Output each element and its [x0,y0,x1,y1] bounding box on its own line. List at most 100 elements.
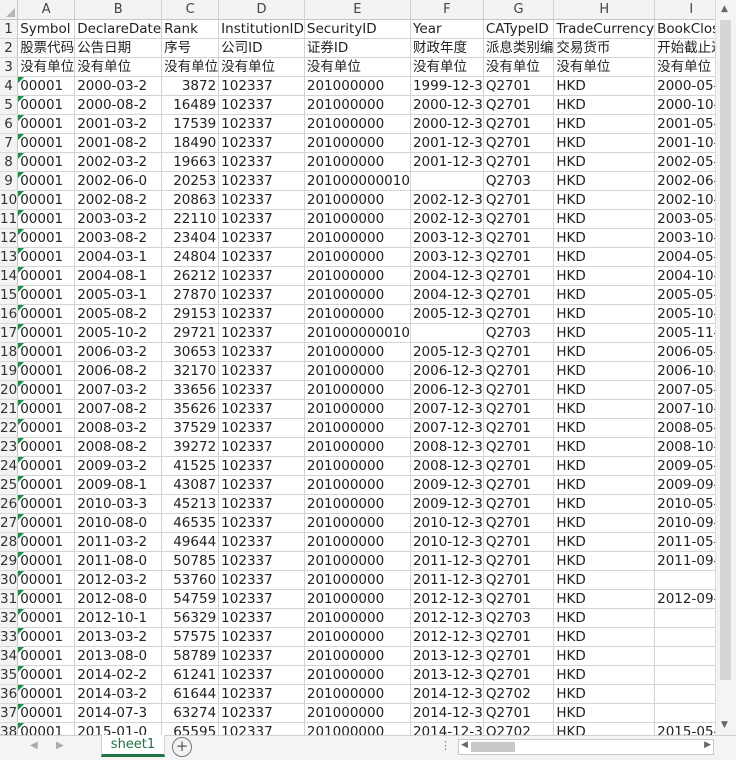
cell[interactable]: 201000000 [304,608,411,628]
column-header-g[interactable]: G [483,0,555,20]
row-header[interactable]: 24 [0,456,19,476]
cell[interactable]: HKD [553,95,656,115]
cell[interactable]: HKD [553,399,656,419]
cell[interactable]: 2004-10-0 [654,266,715,286]
cell[interactable]: 201000000 [304,380,411,400]
cell[interactable]: 201000000 [304,589,411,609]
scroll-down-arrow-icon[interactable]: ▼ [721,720,728,730]
cell[interactable]: 24804 [161,247,220,267]
cell[interactable]: 102337 [218,722,305,735]
row-header[interactable]: 37 [0,703,19,723]
cell[interactable]: 29721 [161,323,220,343]
cell[interactable]: 2008-08-2 [74,437,163,457]
tab-split-handle-icon[interactable]: ⋮ [440,739,451,752]
cell[interactable]: 102337 [218,247,305,267]
cell[interactable]: 2004-03-1 [74,247,163,267]
row-header[interactable]: 36 [0,684,19,704]
cell[interactable]: 201000000 [304,437,411,457]
cell[interactable]: 2006-12-3 [410,380,484,400]
cell[interactable]: 201000000 [304,703,411,723]
cell[interactable]: Q2701 [483,475,555,495]
cell[interactable] [654,608,715,628]
cell[interactable]: 102337 [218,152,305,172]
cell[interactable]: Q2701 [483,285,555,305]
cell[interactable]: 00001 [17,228,76,248]
cell[interactable]: HKD [553,608,656,628]
cell[interactable]: 2003-12-3 [410,247,484,267]
cell[interactable]: 201000000 [304,418,411,438]
cell[interactable]: 2005-08-2 [74,304,163,324]
cell[interactable]: 2001-12-3 [410,152,484,172]
cell[interactable]: 201000000010 [304,323,411,343]
cell[interactable]: 102337 [218,285,305,305]
next-sheet-arrow-icon[interactable]: ▶ [56,740,64,751]
row-header[interactable]: 13 [0,247,19,267]
cell[interactable]: 没有单位 [17,57,76,77]
cell[interactable]: Q2701 [483,570,555,590]
cell[interactable]: HKD [553,171,656,191]
cell[interactable]: 00001 [17,589,76,609]
cell[interactable]: 2004-12-3 [410,285,484,305]
cell[interactable]: 3872 [161,76,220,96]
cell[interactable]: 2009-09-2 [654,475,715,495]
row-header[interactable]: 29 [0,551,19,571]
cell[interactable]: Q2701 [483,342,555,362]
cell[interactable]: 2000-05-1 [654,76,715,96]
column-header-h[interactable]: H [553,0,656,20]
cell[interactable]: HKD [553,437,656,457]
cell[interactable]: 序号 [161,38,220,58]
cell[interactable]: Q2703 [483,323,555,343]
cell[interactable]: 2014-03-2 [74,684,163,704]
cell[interactable]: Q2701 [483,399,555,419]
cell[interactable]: 2003-08-2 [74,228,163,248]
cell[interactable]: 2000-12-3 [410,114,484,134]
cell[interactable]: 00001 [17,266,76,286]
cell[interactable]: HKD [553,722,656,735]
cell[interactable]: 00001 [17,570,76,590]
cell[interactable]: 00001 [17,361,76,381]
horizontal-scroll-thumb[interactable] [471,742,515,752]
row-header[interactable]: 17 [0,323,19,343]
cell[interactable]: Q2701 [483,228,555,248]
cell[interactable]: 102337 [218,665,305,685]
cell[interactable]: 16489 [161,95,220,115]
cell[interactable]: 53760 [161,570,220,590]
cell[interactable]: 00001 [17,76,76,96]
cell[interactable]: 00001 [17,342,76,362]
cell[interactable]: 201000000 [304,665,411,685]
row-header[interactable]: 28 [0,532,19,552]
cell[interactable]: Q2701 [483,551,555,571]
cell[interactable]: Q2701 [483,627,555,647]
row-header[interactable]: 16 [0,304,19,324]
cell[interactable]: HKD [553,684,656,704]
cell[interactable]: 49644 [161,532,220,552]
column-header-c[interactable]: C [161,0,220,20]
cell[interactable]: 2000-10-1 [654,95,715,115]
row-header[interactable]: 26 [0,494,19,514]
cell[interactable]: 2015-01-0 [74,722,163,735]
cell[interactable]: 2010-09-1 [654,513,715,533]
cell[interactable]: 2011-12-3 [410,570,484,590]
cell[interactable]: 公司ID [218,38,305,58]
vertical-scroll-thumb[interactable] [720,20,731,680]
cell[interactable]: 22110 [161,209,220,229]
cell[interactable]: HKD [553,551,656,571]
add-sheet-button[interactable]: + [172,737,192,757]
cell[interactable]: 00001 [17,399,76,419]
cell[interactable]: 2011-08-0 [74,551,163,571]
cell[interactable]: 201000000 [304,114,411,134]
cell[interactable]: 2005-03-1 [74,285,163,305]
cell[interactable]: 2014-02-2 [74,665,163,685]
cell[interactable]: 201000000 [304,399,411,419]
cell[interactable]: 102337 [218,399,305,419]
horizontal-scrollbar[interactable]: ◀ ▶ [458,739,714,755]
cell[interactable]: 00001 [17,133,76,153]
cell[interactable]: 50785 [161,551,220,571]
cell[interactable]: 2002-12-3 [410,190,484,210]
cell[interactable]: 201000000 [304,76,411,96]
cell[interactable]: Q2701 [483,380,555,400]
row-header[interactable]: 38 [0,722,19,735]
cell[interactable]: 2009-08-1 [74,475,163,495]
row-header[interactable]: 30 [0,570,19,590]
cell[interactable]: 201000000 [304,627,411,647]
